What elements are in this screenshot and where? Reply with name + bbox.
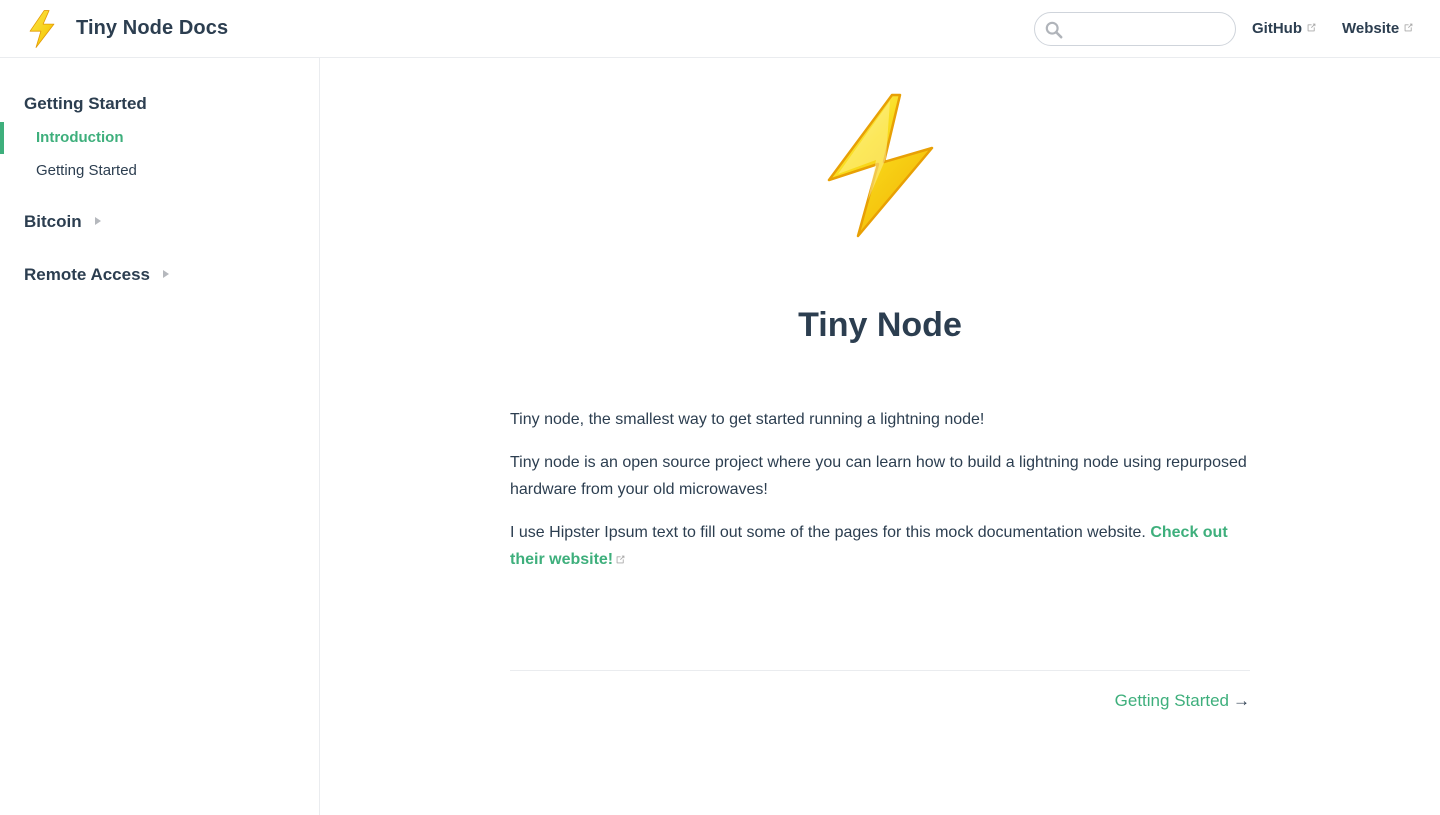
paragraph: Tiny node is an open source project wher… (510, 454, 1247, 498)
page-nav-divider (510, 670, 1250, 671)
next-page-link[interactable]: Getting Started → (1115, 691, 1250, 711)
external-link-icon (1307, 23, 1316, 32)
sidebar-group-bitcoin[interactable]: Bitcoin (24, 212, 101, 232)
next-page-label: Getting Started (1114, 691, 1229, 710)
external-link-icon (1404, 23, 1413, 32)
sidebar-item-introduction[interactable]: Introduction (0, 122, 319, 154)
external-link-icon (616, 555, 625, 564)
paragraph: I use Hipster Ipsum text to fill out som… (510, 519, 1250, 573)
sidebar-group-label: Remote Access (24, 265, 150, 284)
paragraph: Tiny node, the smallest way to get start… (510, 411, 985, 428)
sidebar: Getting Started Introduction Getting Sta… (0, 58, 320, 815)
website-link[interactable]: Website (1342, 20, 1414, 37)
content-body: Tiny node, the smallest way to get start… (510, 406, 1250, 589)
sidebar-group-getting-started[interactable]: Getting Started (24, 94, 147, 114)
lightning-bolt-icon[interactable] (24, 10, 60, 48)
search-box[interactable] (1034, 12, 1236, 46)
collapse-arrow-icon (94, 217, 101, 225)
lightning-bolt-icon (827, 93, 934, 238)
sidebar-group-remote-access[interactable]: Remote Access (24, 265, 169, 285)
search-input[interactable] (1069, 17, 1229, 41)
navbar: Tiny Node Docs GitHub Website (0, 0, 1440, 58)
sidebar-item-getting-started[interactable]: Getting Started (0, 155, 319, 187)
sidebar-group-label: Bitcoin (24, 212, 82, 231)
github-link-label: GitHub (1252, 20, 1302, 37)
paragraph-text: I use Hipster Ipsum text to fill out som… (510, 524, 1146, 541)
site-title[interactable]: Tiny Node Docs (76, 17, 228, 40)
website-link-label: Website (1342, 20, 1400, 37)
github-link[interactable]: GitHub (1252, 20, 1317, 37)
search-icon (1045, 21, 1063, 39)
collapse-arrow-icon (163, 270, 169, 278)
page-title: Tiny Node (798, 306, 962, 344)
arrow-right-icon: → (1233, 691, 1250, 710)
